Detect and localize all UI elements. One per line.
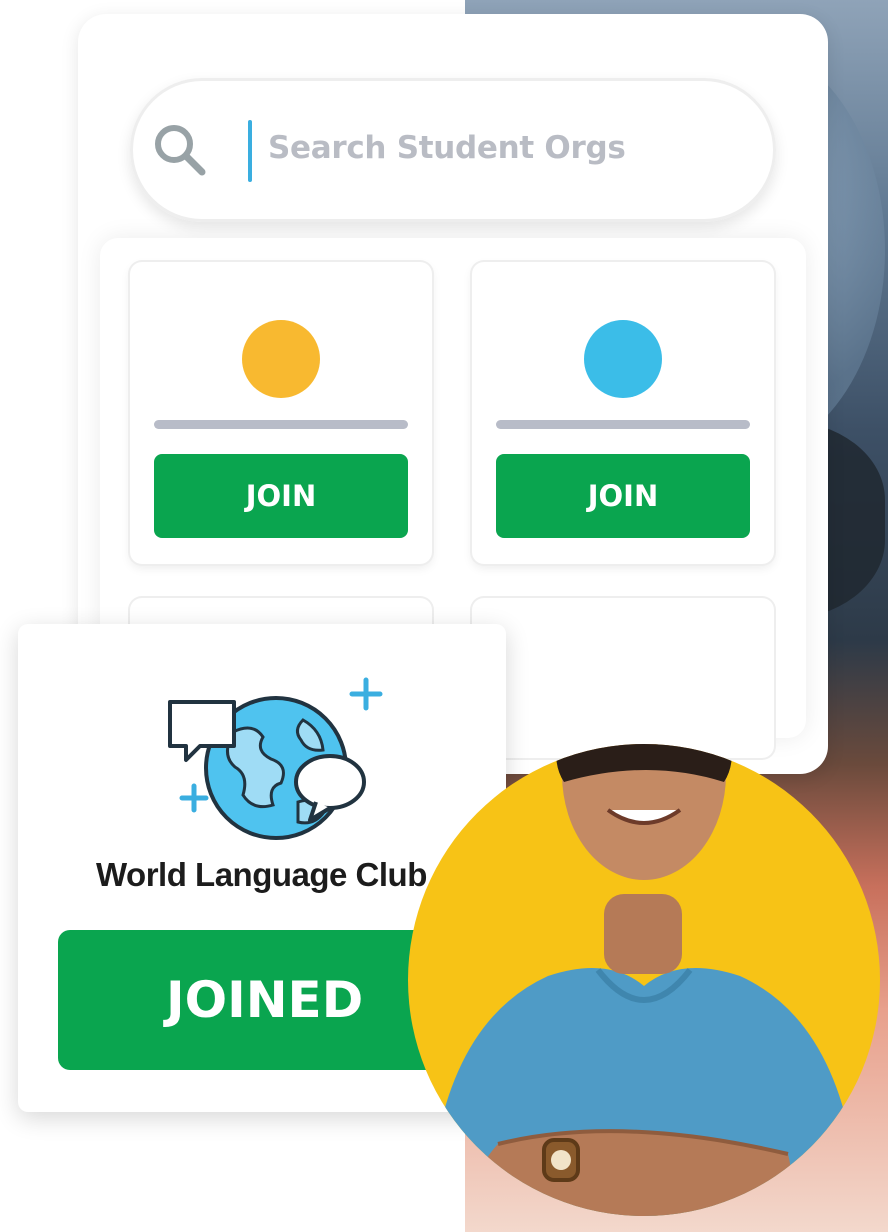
search-bar[interactable]: Search Student Orgs	[130, 78, 776, 222]
org-tile[interactable]: JOIN	[472, 262, 774, 564]
search-icon	[155, 125, 206, 176]
text-cursor	[248, 120, 252, 182]
student-photo	[428, 744, 860, 1216]
search-input[interactable]: Search Student Orgs	[268, 130, 626, 166]
org-logo-placeholder	[584, 320, 662, 398]
org-logo-placeholder	[242, 320, 320, 398]
org-name-placeholder	[496, 420, 750, 429]
org-tile[interactable]: JOIN	[130, 262, 432, 564]
join-button[interactable]: JOIN	[496, 454, 750, 538]
org-name-placeholder	[154, 420, 408, 429]
globe-with-speech-bubbles-icon	[168, 677, 383, 840]
org-tile[interactable]	[472, 598, 774, 758]
student-portrait	[408, 744, 880, 1216]
club-name: World Language Club	[96, 856, 427, 893]
join-button[interactable]: JOIN	[154, 454, 408, 538]
